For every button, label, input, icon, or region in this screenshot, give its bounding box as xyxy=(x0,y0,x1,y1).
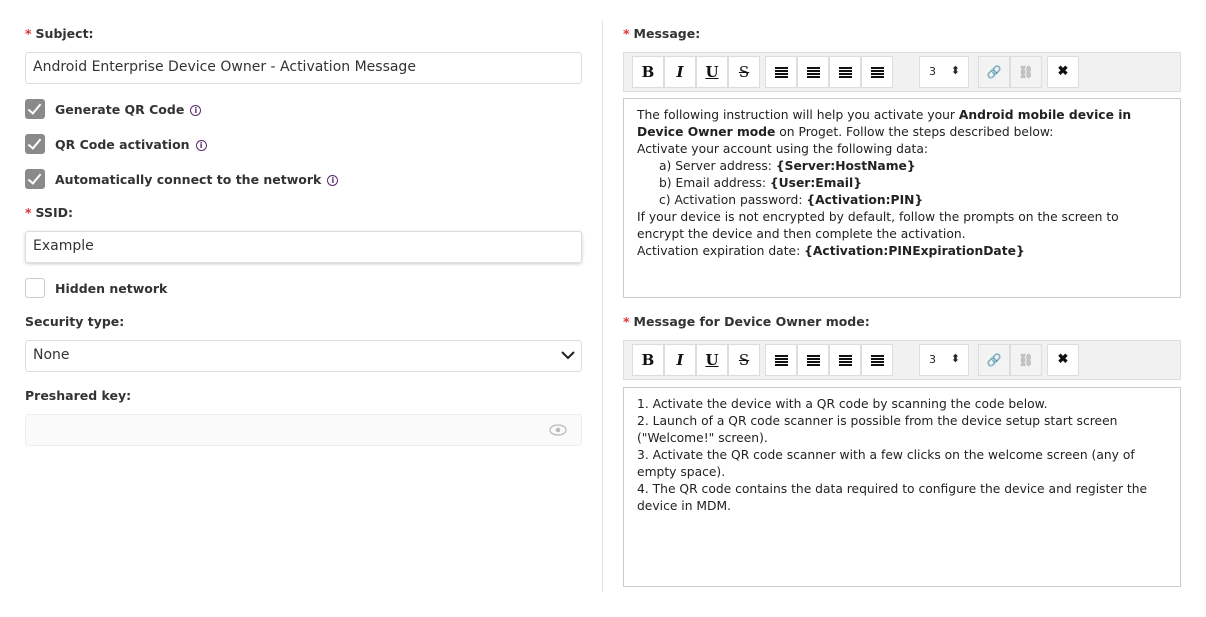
unlink-button[interactable]: ⛓ xyxy=(1010,344,1042,376)
strikethrough-button[interactable]: S xyxy=(728,344,760,376)
subject-label: * Subject: xyxy=(25,26,94,41)
hidden-network-label: Hidden network xyxy=(55,281,168,296)
align-center-button[interactable] xyxy=(797,344,829,376)
column-divider xyxy=(602,20,603,592)
qr-activation-label: QR Code activation i xyxy=(55,137,207,152)
unlink-icon: ⛓ xyxy=(1018,65,1034,79)
link-button[interactable]: 🔗 xyxy=(978,344,1010,376)
font-size-select[interactable]: 3 xyxy=(919,344,969,376)
align-center-icon xyxy=(806,67,820,78)
preshared-key-input[interactable] xyxy=(25,414,582,446)
unlink-button[interactable]: ⛓ xyxy=(1010,56,1042,88)
italic-button[interactable]: I xyxy=(664,344,696,376)
justify-icon xyxy=(870,355,884,366)
align-right-button[interactable] xyxy=(829,344,861,376)
align-left-icon xyxy=(774,67,788,78)
editor-toolbar-2: B I U S 3 🔗 ⛓ ✖ xyxy=(623,340,1181,380)
message-editor[interactable]: The following instruction will help you … xyxy=(623,98,1181,298)
underline-button[interactable]: U xyxy=(696,56,728,88)
align-left-button[interactable] xyxy=(765,344,797,376)
eye-icon[interactable] xyxy=(549,424,567,436)
preshared-key-label: Preshared key: xyxy=(25,388,132,403)
align-left-button[interactable] xyxy=(765,56,797,88)
link-icon: 🔗 xyxy=(986,65,1002,79)
link-button[interactable]: 🔗 xyxy=(978,56,1010,88)
bold-button[interactable]: B xyxy=(632,56,664,88)
generate-qr-checkbox[interactable] xyxy=(25,99,45,119)
info-icon[interactable]: i xyxy=(195,140,207,151)
chevron-down-icon xyxy=(561,351,575,360)
auto-connect-label: Automatically connect to the network i xyxy=(55,172,339,187)
align-center-icon xyxy=(806,355,820,366)
security-type-label: Security type: xyxy=(25,314,125,329)
message-label: * Message: xyxy=(623,26,701,41)
justify-button[interactable] xyxy=(861,56,893,88)
align-right-icon xyxy=(838,355,852,366)
underline-button[interactable]: U xyxy=(696,344,728,376)
remove-format-button[interactable]: ✖ xyxy=(1047,344,1079,376)
strikethrough-button[interactable]: S xyxy=(728,56,760,88)
italic-button[interactable]: I xyxy=(664,56,696,88)
ssid-label: * SSID: xyxy=(25,205,74,220)
justify-icon xyxy=(870,67,884,78)
align-right-button[interactable] xyxy=(829,56,861,88)
generate-qr-label: Generate QR Code i xyxy=(55,102,202,117)
remove-format-button[interactable]: ✖ xyxy=(1047,56,1079,88)
hidden-network-checkbox[interactable] xyxy=(25,278,45,298)
info-icon[interactable]: i xyxy=(327,175,339,186)
link-icon: 🔗 xyxy=(986,353,1002,367)
align-left-icon xyxy=(774,355,788,366)
bold-button[interactable]: B xyxy=(632,344,664,376)
ssid-input[interactable]: Example xyxy=(25,231,582,263)
align-center-button[interactable] xyxy=(797,56,829,88)
unlink-icon: ⛓ xyxy=(1018,353,1034,367)
font-size-select[interactable]: 3 xyxy=(919,56,969,88)
message-device-owner-editor[interactable]: 1. Activate the device with a QR code by… xyxy=(623,387,1181,587)
auto-connect-checkbox[interactable] xyxy=(25,169,45,189)
align-right-icon xyxy=(838,67,852,78)
subject-input[interactable]: Android Enterprise Device Owner - Activa… xyxy=(25,52,582,84)
editor-toolbar: B I U S 3 🔗 ⛓ ✖ xyxy=(623,52,1181,92)
qr-activation-checkbox[interactable] xyxy=(25,134,45,154)
justify-button[interactable] xyxy=(861,344,893,376)
message-device-owner-label: * Message for Device Owner mode: xyxy=(623,314,870,329)
info-icon[interactable]: i xyxy=(190,105,202,116)
security-type-select[interactable]: None xyxy=(25,340,582,372)
